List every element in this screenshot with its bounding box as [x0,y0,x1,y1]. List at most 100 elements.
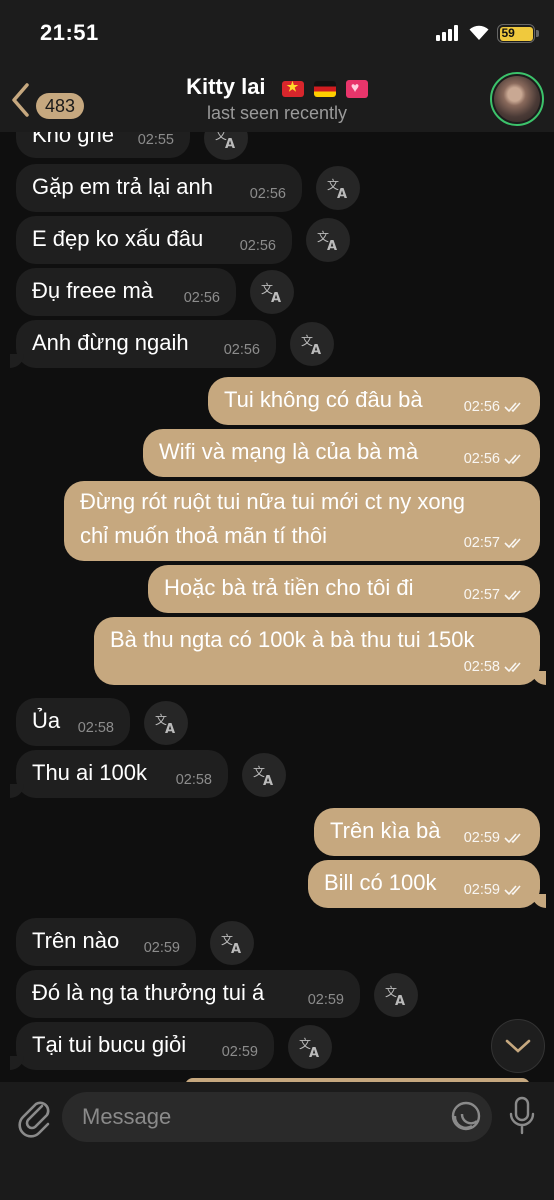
incoming-message[interactable]: Trên nào 02:59 [16,918,196,966]
outgoing-message[interactable]: Đừng rót ruột tui nữa tui mới ct ny xong… [64,481,540,561]
message-time: 02:57 [463,535,500,551]
read-checkmarks-icon [504,402,521,413]
translate-button[interactable]: 文A [316,166,360,210]
message-text: Trên nào [32,928,120,953]
translate-icon: 文A [299,1036,319,1059]
back-button[interactable]: 483 [10,78,95,119]
incoming-message[interactable]: Anh đừng ngaih 02:56 [10,320,276,368]
message-meta: 02:57 [464,587,524,603]
read-checkmarks-icon [504,454,521,465]
translate-button[interactable]: 文A [290,322,334,366]
message-text: E đẹp ko xấu đâu [32,226,204,251]
incoming-message[interactable]: Đó là ng ta thưởng tui á 02:59 [16,970,360,1018]
message-text: Trên kìa bà [330,818,441,843]
message-text: Tại tui bucu giỏi [32,1032,187,1057]
incoming-message[interactable]: Ủa 02:58 [16,698,130,746]
message-text: Thu ai 100k [32,760,147,785]
chat-area[interactable]: Kho ghe 02:55 文A Gặp em trả lại anh 02:5… [0,0,554,1200]
message-time: 02:55 [137,132,174,148]
outgoing-message[interactable]: Trên kìa bà 02:59 [314,808,540,856]
message-meta: 02:58 [464,659,524,675]
translate-button[interactable]: 文A [288,1025,332,1069]
message-meta: 02:59 [464,882,524,898]
read-checkmarks-icon [504,833,521,844]
translate-icon: 文A [261,281,281,304]
message-time: 02:56 [183,290,220,306]
message-text: Bà thu ngta có 100k à bà thu tui 150k [110,627,475,652]
read-checkmarks-icon [504,662,521,673]
message-time: 02:56 [463,451,500,467]
translate-button[interactable]: 文A [250,270,294,314]
incoming-message[interactable]: Gặp em trả lại anh 02:56 [16,164,302,212]
message-time: 02:58 [77,720,114,736]
incoming-message[interactable]: Tại tui bucu giỏi 02:59 [10,1022,274,1070]
message-time: 02:56 [223,342,260,358]
outgoing-message[interactable]: Hoặc bà trả tiền cho tôi đi 02:57 [148,565,540,613]
translate-button[interactable]: 文A [144,701,188,745]
message-text: Hoặc bà trả tiền cho tôi đi [164,575,414,600]
sticker-icon[interactable] [450,1100,482,1132]
message-time: 02:58 [175,772,212,788]
message-meta: 02:56 [464,399,524,415]
paperclip-icon[interactable] [14,1094,54,1138]
unread-count-badge: 483 [36,93,85,119]
message-time: 02:59 [143,940,180,956]
translate-icon: 文A [301,333,321,356]
translate-button[interactable]: 文A [306,218,350,262]
translate-button[interactable]: 文A [242,753,286,797]
read-checkmarks-icon [504,538,521,549]
incoming-message[interactable]: Đụ freee mà 02:56 [16,268,236,316]
outgoing-message[interactable]: Wifi và mạng là của bà mà 02:56 [143,429,540,477]
status-bar: 21:51 59 [0,0,554,70]
message-text: Ủa [32,708,61,733]
outgoing-message[interactable]: Tui không có đâu bà 02:56 [208,377,540,425]
outgoing-message[interactable]: Bà thu ngta có 100k à bà thu tui 150k 02… [94,617,546,685]
translate-icon: 文A [155,712,175,735]
translate-icon: 文A [253,764,273,787]
translate-icon: 文A [317,229,337,252]
message-text-line-2: chỉ muốn thoả mãn tí thôi [80,523,328,548]
svg-text:A: A [231,942,241,955]
svg-text:A: A [327,239,337,252]
svg-text:A: A [337,187,347,200]
message-time: 02:59 [307,992,344,1008]
microphone-icon[interactable] [506,1096,538,1136]
message-time: 02:56 [463,399,500,415]
last-seen-status: last seen recently [206,103,348,123]
message-text: Anh đừng ngaih [32,330,189,355]
read-checkmarks-icon [504,885,521,896]
battery-level: 59 [499,26,533,41]
message-time: 02:57 [463,587,500,603]
svg-text:A: A [271,291,281,304]
germany-flag-icon [313,81,336,98]
message-text: Đụ freee mà [32,278,154,303]
chevron-down-icon [505,1039,531,1053]
translate-icon: 文A [385,984,405,1007]
message-time: 02:59 [463,882,500,898]
message-input[interactable] [62,1092,492,1142]
cellular-signal-icon [436,25,460,41]
svg-text:A: A [309,1046,319,1059]
contact-name: Kitty lai [186,74,266,99]
message-meta: 02:57 [464,535,524,551]
avatar[interactable] [490,72,544,126]
incoming-message[interactable]: Thu ai 100k 02:58 [10,750,228,798]
translate-button[interactable]: 文A [374,973,418,1017]
message-text: Wifi và mạng là của bà mà [159,439,419,464]
input-bar [0,1082,554,1200]
chat-title[interactable]: Kitty lai [150,74,404,101]
svg-text:A: A [311,343,321,356]
message-time: 02:59 [463,830,500,846]
svg-text:A: A [165,722,175,735]
svg-text:A: A [225,137,235,150]
translate-icon: 文A [327,177,347,200]
chat-header: 483 Kitty lai last seen recently [0,70,554,132]
chevron-left-icon [12,83,29,117]
scroll-to-bottom-button[interactable] [491,1019,545,1073]
message-text: Đó là ng ta thưởng tui á [32,980,265,1005]
translate-button[interactable]: 文A [210,921,254,965]
incoming-message[interactable]: E đẹp ko xấu đâu 02:56 [16,216,292,264]
outgoing-message[interactable]: Bill có 100k 02:59 [308,860,546,908]
message-text-line-1: Đừng rót ruột tui nữa tui mới ct ny xong [80,489,466,514]
message-text: Gặp em trả lại anh [32,174,213,199]
